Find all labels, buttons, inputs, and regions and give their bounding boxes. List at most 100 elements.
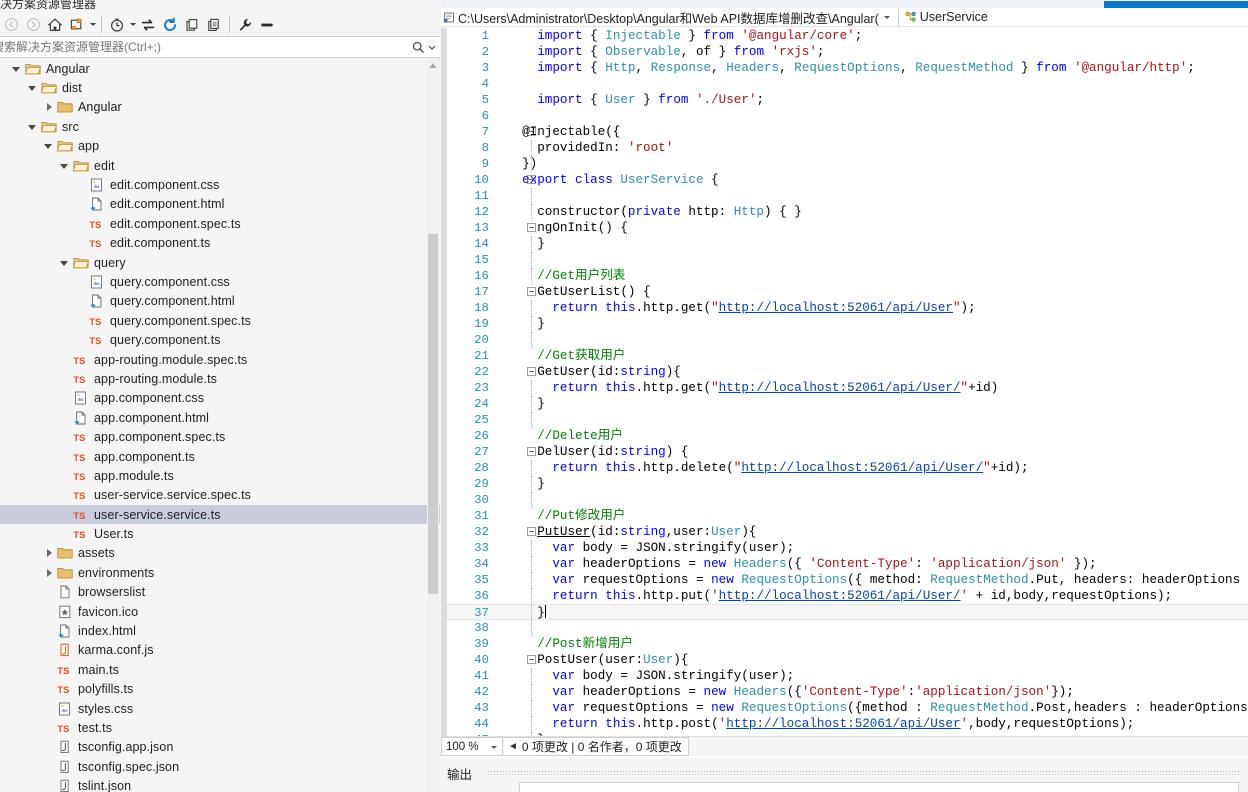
code-line[interactable]: 21 //Get获取用户: [447, 348, 1248, 364]
tree-item-user-ts[interactable]: TS User.ts: [0, 524, 440, 543]
zoom-chevron-down-icon[interactable]: [491, 746, 497, 749]
tree-item-app-component-ts[interactable]: TS app.component.ts: [0, 447, 440, 466]
tree-item-dist[interactable]: dist: [0, 78, 440, 97]
code-line[interactable]: 12 constructor(private http: Http) { }: [447, 204, 1248, 220]
tree-item-tslint-json[interactable]: tslint.json: [0, 776, 440, 792]
view-code-button[interactable]: [256, 14, 278, 35]
code-line[interactable]: 41 var body = JSON.stringify(user);: [447, 668, 1248, 684]
code-line[interactable]: 14 }: [447, 236, 1248, 252]
tree-item-polyfills-ts[interactable]: TS polyfills.ts: [0, 680, 440, 699]
properties-wrench-button[interactable]: [234, 14, 256, 35]
code-lines[interactable]: 1 import { Injectable } from '@angular/c…: [447, 28, 1248, 736]
code-line[interactable]: 8 providedIn: 'root': [447, 140, 1248, 156]
code-line[interactable]: 42 var headerOptions = new Headers({'Con…: [447, 684, 1248, 700]
tree-item-app-component-html[interactable]: app.component.html: [0, 408, 440, 427]
code-line[interactable]: 27 DelUser(id:string) {: [447, 444, 1248, 460]
code-line[interactable]: 44 return this.http.post('http://localho…: [447, 716, 1248, 732]
code-line[interactable]: 19 }: [447, 316, 1248, 332]
properties-button[interactable]: [66, 14, 88, 35]
code-line[interactable]: 35 var requestOptions = new RequestOptio…: [447, 572, 1248, 588]
tree-item-angular[interactable]: Angular: [0, 98, 440, 117]
tree-item-angular[interactable]: Angular: [0, 59, 440, 78]
code-editor-surface[interactable]: 1 import { Injectable } from '@angular/c…: [441, 28, 1248, 736]
scroll-up-arrow-icon[interactable]: [427, 59, 439, 72]
code-line[interactable]: 43 var requestOptions = new RequestOptio…: [447, 700, 1248, 716]
tree-item-edit-component-spec-ts[interactable]: TS edit.component.spec.ts: [0, 214, 440, 233]
code-line[interactable]: 32 PutUser(id:string,user:User){: [447, 524, 1248, 540]
search-icon[interactable]: [411, 40, 426, 55]
tree-item-assets[interactable]: assets: [0, 544, 440, 563]
tree-item-query-component-spec-ts[interactable]: TS query.component.spec.ts: [0, 311, 440, 330]
code-line[interactable]: 23 return this.http.get("http://localhos…: [447, 380, 1248, 396]
code-line[interactable]: 1 import { Injectable } from '@angular/c…: [447, 28, 1248, 44]
tree-scrollbar-thumb[interactable]: [428, 234, 438, 594]
refresh-button[interactable]: [159, 14, 181, 35]
code-line[interactable]: 36 return this.http.put('http://localhos…: [447, 588, 1248, 604]
code-line[interactable]: 26 //Delete用户: [447, 428, 1248, 444]
code-line[interactable]: 39 //Post新增用户: [447, 636, 1248, 652]
code-line[interactable]: 20: [447, 332, 1248, 348]
tree-item-app[interactable]: app: [0, 137, 440, 156]
code-line[interactable]: 5 import { User } from './User';: [447, 92, 1248, 108]
changes-prev-arrow-icon[interactable]: ◄: [508, 741, 518, 752]
tree-item-user-service-service-ts[interactable]: TS user-service.service.ts: [0, 504, 440, 525]
code-line[interactable]: 24 }: [447, 396, 1248, 412]
expander-open-triangle-icon[interactable]: [26, 117, 40, 136]
tree-item-query-component-html[interactable]: query.component.html: [0, 292, 440, 311]
code-line[interactable]: 38: [447, 620, 1248, 636]
tree-item-app-routing-module-ts[interactable]: TS app-routing.module.ts: [0, 369, 440, 388]
tree-item-app-component-css[interactable]: app.component.css: [0, 389, 440, 408]
code-line[interactable]: 3 import { Http, Response, Headers, Requ…: [447, 60, 1248, 76]
code-line[interactable]: 29 }: [447, 476, 1248, 492]
tree-item-karma-conf-js[interactable]: karma.conf.js: [0, 641, 440, 660]
tree-item-edit-component-html[interactable]: edit.component.html: [0, 195, 440, 214]
tree-item-query[interactable]: query: [0, 253, 440, 272]
tree-item-app-component-spec-ts[interactable]: TS app.component.spec.ts: [0, 427, 440, 446]
tree-item-main-ts[interactable]: TS main.ts: [0, 660, 440, 679]
expander-open-triangle-icon[interactable]: [58, 156, 72, 175]
expander-open-triangle-icon[interactable]: [42, 137, 56, 156]
sync-button[interactable]: [137, 14, 159, 35]
code-line[interactable]: 7 @Injectable({: [447, 124, 1248, 140]
code-line[interactable]: 34 var headerOptions = new Headers({ 'Co…: [447, 556, 1248, 572]
tree-scrollbar[interactable]: [427, 59, 439, 792]
solution-explorer-search[interactable]: [0, 36, 440, 58]
code-line[interactable]: 30: [447, 492, 1248, 508]
tree-item-tsconfig-app-json[interactable]: tsconfig.app.json: [0, 738, 440, 757]
tree-item-query-component-css[interactable]: query.component.css: [0, 272, 440, 291]
code-line[interactable]: 16 //Get用户列表: [447, 268, 1248, 284]
code-line[interactable]: 11: [447, 188, 1248, 204]
code-line[interactable]: 33 var body = JSON.stringify(user);: [447, 540, 1248, 556]
zoom-level-selector[interactable]: 100 %: [441, 737, 503, 756]
code-line[interactable]: 22 GetUser(id:string){: [447, 364, 1248, 380]
back-button[interactable]: [0, 14, 22, 35]
pending-changes-dropdown-caret-icon[interactable]: [128, 15, 137, 35]
code-line[interactable]: 9 }): [447, 156, 1248, 172]
expander-closed-triangle-icon[interactable]: [42, 98, 56, 117]
search-input[interactable]: [0, 39, 411, 55]
code-line[interactable]: 2 import { Observable, of } from 'rxjs';: [447, 44, 1248, 60]
code-line[interactable]: 40 PostUser(user:User){: [447, 652, 1248, 668]
expander-open-triangle-icon[interactable]: [26, 79, 40, 98]
forward-button[interactable]: [22, 14, 44, 35]
code-line[interactable]: 6: [447, 108, 1248, 124]
code-line[interactable]: 15: [447, 252, 1248, 268]
tree-item-query-component-ts[interactable]: TS query.component.ts: [0, 330, 440, 349]
search-options-chevron-down-icon[interactable]: [428, 43, 436, 51]
expander-open-triangle-icon[interactable]: [10, 59, 24, 78]
expander-closed-triangle-icon[interactable]: [42, 563, 56, 582]
code-line[interactable]: 4: [447, 76, 1248, 92]
tree-item-browserslist[interactable]: browserslist: [0, 583, 440, 602]
solution-explorer-tree[interactable]: Angular dist Angular src app edit edit.compone…: [0, 59, 440, 792]
source-control-status[interactable]: ◄ 0 项更改 | 0 名作者，0 项更改: [504, 737, 689, 756]
tree-item-app-module-ts[interactable]: TS app.module.ts: [0, 466, 440, 485]
tree-item-user-service-service-spec-ts[interactable]: TS user-service.service.spec.ts: [0, 486, 440, 505]
properties-dropdown-caret-icon[interactable]: [88, 15, 97, 35]
home-button[interactable]: [44, 14, 66, 35]
tree-item-favicon-ico[interactable]: favicon.ico: [0, 602, 440, 621]
tree-item-index-html[interactable]: index.html: [0, 621, 440, 640]
tree-item-test-ts[interactable]: TS test.ts: [0, 718, 440, 737]
file-dropdown-chevron-down-icon[interactable]: [881, 8, 893, 26]
code-line[interactable]: 31 //Put修改用户: [447, 508, 1248, 524]
tree-item-edit[interactable]: edit: [0, 156, 440, 175]
